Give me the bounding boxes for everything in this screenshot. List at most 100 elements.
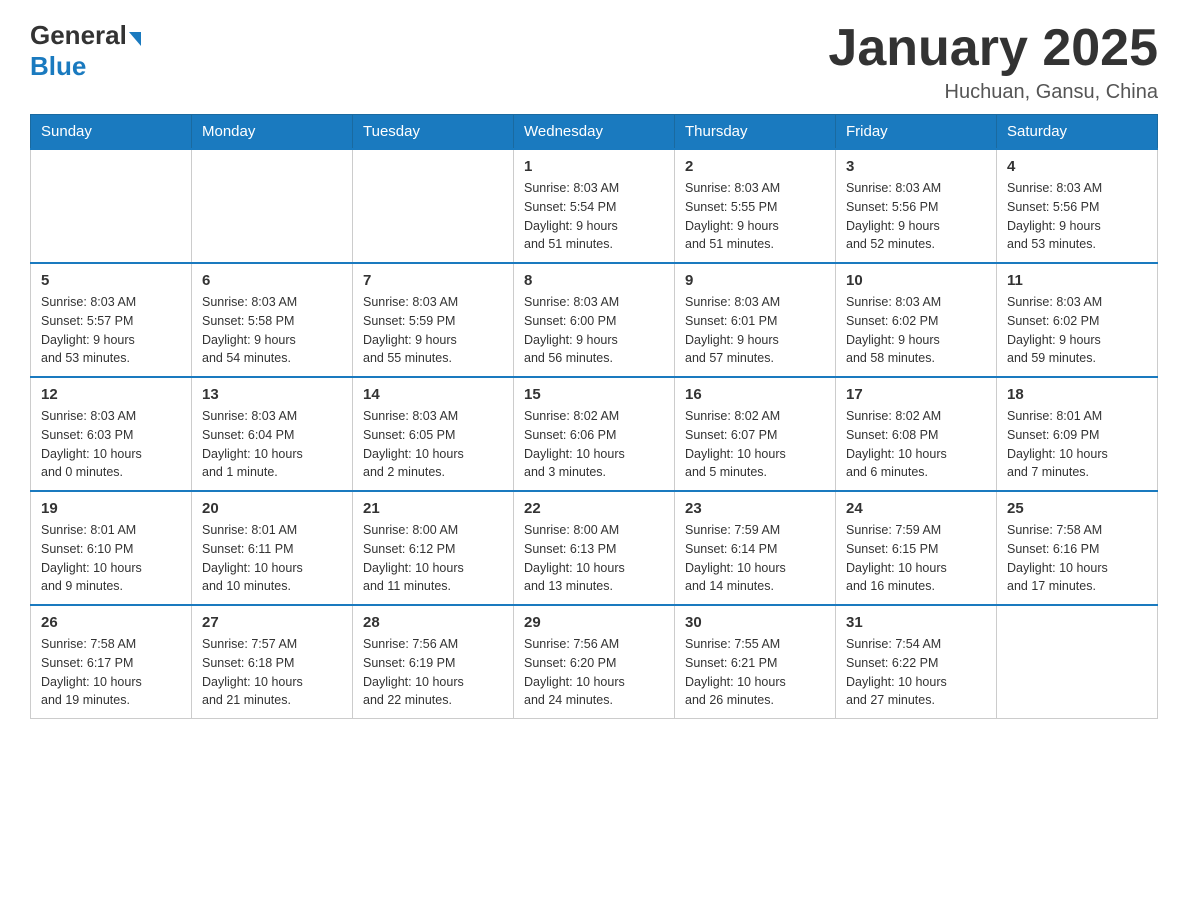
day-info: Sunrise: 7:56 AMSunset: 6:19 PMDaylight:… bbox=[363, 635, 503, 710]
header-row: Sunday Monday Tuesday Wednesday Thursday… bbox=[31, 115, 1158, 150]
day-info: Sunrise: 8:02 AMSunset: 6:06 PMDaylight:… bbox=[524, 407, 664, 482]
table-row: 18 Sunrise: 8:01 AMSunset: 6:09 PMDayligh… bbox=[997, 377, 1158, 491]
table-row: 31 Sunrise: 7:54 AMSunset: 6:22 PMDayligh… bbox=[836, 605, 997, 719]
logo-general-text: General bbox=[30, 20, 127, 51]
day-number: 31 bbox=[846, 614, 986, 631]
day-number: 26 bbox=[41, 614, 181, 631]
calendar-row: 5 Sunrise: 8:03 AMSunset: 5:57 PMDaylight… bbox=[31, 263, 1158, 377]
table-row: 13 Sunrise: 8:03 AMSunset: 6:04 PMDayligh… bbox=[192, 377, 353, 491]
calendar-table: Sunday Monday Tuesday Wednesday Thursday… bbox=[30, 114, 1158, 719]
day-number: 6 bbox=[202, 272, 342, 289]
day-info: Sunrise: 8:03 AMSunset: 6:03 PMDaylight:… bbox=[41, 407, 181, 482]
day-number: 18 bbox=[1007, 386, 1147, 403]
calendar-row: 12 Sunrise: 8:03 AMSunset: 6:03 PMDayligh… bbox=[31, 377, 1158, 491]
col-friday: Friday bbox=[836, 115, 997, 150]
table-row: 2 Sunrise: 8:03 AMSunset: 5:55 PMDaylight… bbox=[675, 149, 836, 263]
table-row: 4 Sunrise: 8:03 AMSunset: 5:56 PMDaylight… bbox=[997, 149, 1158, 263]
day-info: Sunrise: 8:03 AMSunset: 6:05 PMDaylight:… bbox=[363, 407, 503, 482]
table-row: 7 Sunrise: 8:03 AMSunset: 5:59 PMDaylight… bbox=[353, 263, 514, 377]
table-row: 8 Sunrise: 8:03 AMSunset: 6:00 PMDaylight… bbox=[514, 263, 675, 377]
logo: General Blue bbox=[30, 20, 143, 82]
day-number: 28 bbox=[363, 614, 503, 631]
day-info: Sunrise: 7:58 AMSunset: 6:17 PMDaylight:… bbox=[41, 635, 181, 710]
day-info: Sunrise: 7:59 AMSunset: 6:15 PMDaylight:… bbox=[846, 521, 986, 596]
col-tuesday: Tuesday bbox=[353, 115, 514, 150]
col-wednesday: Wednesday bbox=[514, 115, 675, 150]
table-row: 11 Sunrise: 8:03 AMSunset: 6:02 PMDayligh… bbox=[997, 263, 1158, 377]
calendar-row: 26 Sunrise: 7:58 AMSunset: 6:17 PMDayligh… bbox=[31, 605, 1158, 719]
day-number: 14 bbox=[363, 386, 503, 403]
table-row: 16Sunrise: 8:02 AMSunset: 6:07 PMDayligh… bbox=[675, 377, 836, 491]
day-number: 4 bbox=[1007, 158, 1147, 175]
day-info: Sunrise: 7:56 AMSunset: 6:20 PMDaylight:… bbox=[524, 635, 664, 710]
day-number: 23 bbox=[685, 500, 825, 517]
day-info: Sunrise: 8:02 AMSunset: 6:07 PMDaylight:… bbox=[685, 407, 825, 482]
day-number: 22 bbox=[524, 500, 664, 517]
table-row: 29Sunrise: 7:56 AMSunset: 6:20 PMDayligh… bbox=[514, 605, 675, 719]
day-number: 11 bbox=[1007, 272, 1147, 289]
month-title: January 2025 bbox=[828, 20, 1158, 77]
day-info: Sunrise: 8:03 AMSunset: 5:56 PMDaylight:… bbox=[1007, 179, 1147, 254]
day-number: 19 bbox=[41, 500, 181, 517]
table-row: 10Sunrise: 8:03 AMSunset: 6:02 PMDayligh… bbox=[836, 263, 997, 377]
table-row: 23 Sunrise: 7:59 AMSunset: 6:14 PMDayligh… bbox=[675, 491, 836, 605]
table-row: 17 Sunrise: 8:02 AMSunset: 6:08 PMDayligh… bbox=[836, 377, 997, 491]
day-number: 21 bbox=[363, 500, 503, 517]
day-info: Sunrise: 8:03 AMSunset: 5:58 PMDaylight:… bbox=[202, 293, 342, 368]
day-info: Sunrise: 7:59 AMSunset: 6:14 PMDaylight:… bbox=[685, 521, 825, 596]
day-info: Sunrise: 7:58 AMSunset: 6:16 PMDaylight:… bbox=[1007, 521, 1147, 596]
col-monday: Monday bbox=[192, 115, 353, 150]
day-info: Sunrise: 8:03 AMSunset: 6:01 PMDaylight:… bbox=[685, 293, 825, 368]
day-info: Sunrise: 7:55 AMSunset: 6:21 PMDaylight:… bbox=[685, 635, 825, 710]
day-number: 1 bbox=[524, 158, 664, 175]
calendar-header: Sunday Monday Tuesday Wednesday Thursday… bbox=[31, 115, 1158, 150]
day-number: 2 bbox=[685, 158, 825, 175]
day-number: 17 bbox=[846, 386, 986, 403]
day-number: 24 bbox=[846, 500, 986, 517]
day-info: Sunrise: 8:03 AMSunset: 6:04 PMDaylight:… bbox=[202, 407, 342, 482]
table-row: 25Sunrise: 7:58 AMSunset: 6:16 PMDayligh… bbox=[997, 491, 1158, 605]
logo-arrow-icon bbox=[129, 32, 141, 46]
table-row bbox=[997, 605, 1158, 719]
day-info: Sunrise: 8:03 AMSunset: 6:02 PMDaylight:… bbox=[1007, 293, 1147, 368]
day-number: 20 bbox=[202, 500, 342, 517]
calendar-body: 1 Sunrise: 8:03 AMSunset: 5:54 PMDaylight… bbox=[31, 149, 1158, 719]
day-info: Sunrise: 8:03 AMSunset: 5:54 PMDaylight:… bbox=[524, 179, 664, 254]
table-row: 28 Sunrise: 7:56 AMSunset: 6:19 PMDayligh… bbox=[353, 605, 514, 719]
table-row: 22 Sunrise: 8:00 AMSunset: 6:13 PMDayligh… bbox=[514, 491, 675, 605]
day-number: 13 bbox=[202, 386, 342, 403]
table-row: 14 Sunrise: 8:03 AMSunset: 6:05 PMDayligh… bbox=[353, 377, 514, 491]
day-number: 27 bbox=[202, 614, 342, 631]
calendar-row: 19 Sunrise: 8:01 AMSunset: 6:10 PMDayligh… bbox=[31, 491, 1158, 605]
day-number: 9 bbox=[685, 272, 825, 289]
col-saturday: Saturday bbox=[997, 115, 1158, 150]
day-number: 5 bbox=[41, 272, 181, 289]
day-info: Sunrise: 8:03 AMSunset: 5:59 PMDaylight:… bbox=[363, 293, 503, 368]
day-number: 7 bbox=[363, 272, 503, 289]
logo-blue-text: Blue bbox=[30, 51, 86, 82]
calendar-row: 1 Sunrise: 8:03 AMSunset: 5:54 PMDaylight… bbox=[31, 149, 1158, 263]
day-number: 10 bbox=[846, 272, 986, 289]
location: Huchuan, Gansu, China bbox=[828, 81, 1158, 104]
day-info: Sunrise: 8:03 AMSunset: 6:00 PMDaylight:… bbox=[524, 293, 664, 368]
day-number: 12 bbox=[41, 386, 181, 403]
page-header: General Blue January 2025 Huchuan, Gansu… bbox=[30, 20, 1158, 104]
day-info: Sunrise: 8:03 AMSunset: 5:57 PMDaylight:… bbox=[41, 293, 181, 368]
title-block: January 2025 Huchuan, Gansu, China bbox=[828, 20, 1158, 104]
table-row: 19 Sunrise: 8:01 AMSunset: 6:10 PMDayligh… bbox=[31, 491, 192, 605]
day-info: Sunrise: 8:03 AMSunset: 5:55 PMDaylight:… bbox=[685, 179, 825, 254]
table-row: 21Sunrise: 8:00 AMSunset: 6:12 PMDayligh… bbox=[353, 491, 514, 605]
day-number: 15 bbox=[524, 386, 664, 403]
day-number: 8 bbox=[524, 272, 664, 289]
day-number: 3 bbox=[846, 158, 986, 175]
day-info: Sunrise: 8:01 AMSunset: 6:09 PMDaylight:… bbox=[1007, 407, 1147, 482]
day-info: Sunrise: 8:01 AMSunset: 6:10 PMDaylight:… bbox=[41, 521, 181, 596]
day-info: Sunrise: 8:01 AMSunset: 6:11 PMDaylight:… bbox=[202, 521, 342, 596]
table-row: 27Sunrise: 7:57 AMSunset: 6:18 PMDayligh… bbox=[192, 605, 353, 719]
table-row: 24 Sunrise: 7:59 AMSunset: 6:15 PMDayligh… bbox=[836, 491, 997, 605]
table-row bbox=[353, 149, 514, 263]
day-info: Sunrise: 8:02 AMSunset: 6:08 PMDaylight:… bbox=[846, 407, 986, 482]
day-info: Sunrise: 8:00 AMSunset: 6:13 PMDaylight:… bbox=[524, 521, 664, 596]
col-thursday: Thursday bbox=[675, 115, 836, 150]
day-info: Sunrise: 7:54 AMSunset: 6:22 PMDaylight:… bbox=[846, 635, 986, 710]
